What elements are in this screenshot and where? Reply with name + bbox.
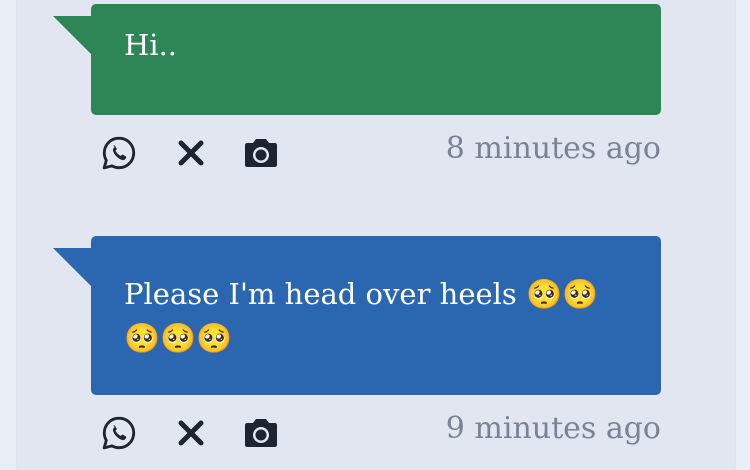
message-bubble: Please I'm head over heels 🥺🥺🥺🥺🥺	[53, 236, 661, 395]
bubble-tail	[53, 248, 91, 286]
message-feed: Hi.. 8 minutes ago Please I'm head over …	[16, 0, 736, 470]
message-bubble: Hi..	[53, 4, 661, 115]
whatsapp-icon[interactable]	[99, 133, 139, 173]
message-item: Please I'm head over heels 🥺🥺🥺🥺🥺 9 minut…	[17, 236, 735, 457]
camera-icon[interactable]	[241, 413, 281, 453]
right-margin	[734, 0, 750, 470]
bubble-tail	[53, 16, 91, 54]
message-text: Please I'm head over heels 🥺🥺🥺🥺🥺	[124, 277, 599, 355]
message-timestamp: 9 minutes ago	[445, 411, 661, 446]
message-timestamp: 8 minutes ago	[445, 131, 661, 166]
whatsapp-icon[interactable]	[99, 413, 139, 453]
message-actions: 9 minutes ago	[99, 407, 661, 457]
close-icon[interactable]	[171, 133, 211, 173]
message-item: Hi.. 8 minutes ago	[17, 4, 735, 177]
close-icon[interactable]	[171, 413, 211, 453]
left-margin	[0, 0, 16, 470]
message-actions: 8 minutes ago	[99, 127, 661, 177]
message-text: Hi..	[124, 28, 178, 62]
camera-icon[interactable]	[241, 133, 281, 173]
